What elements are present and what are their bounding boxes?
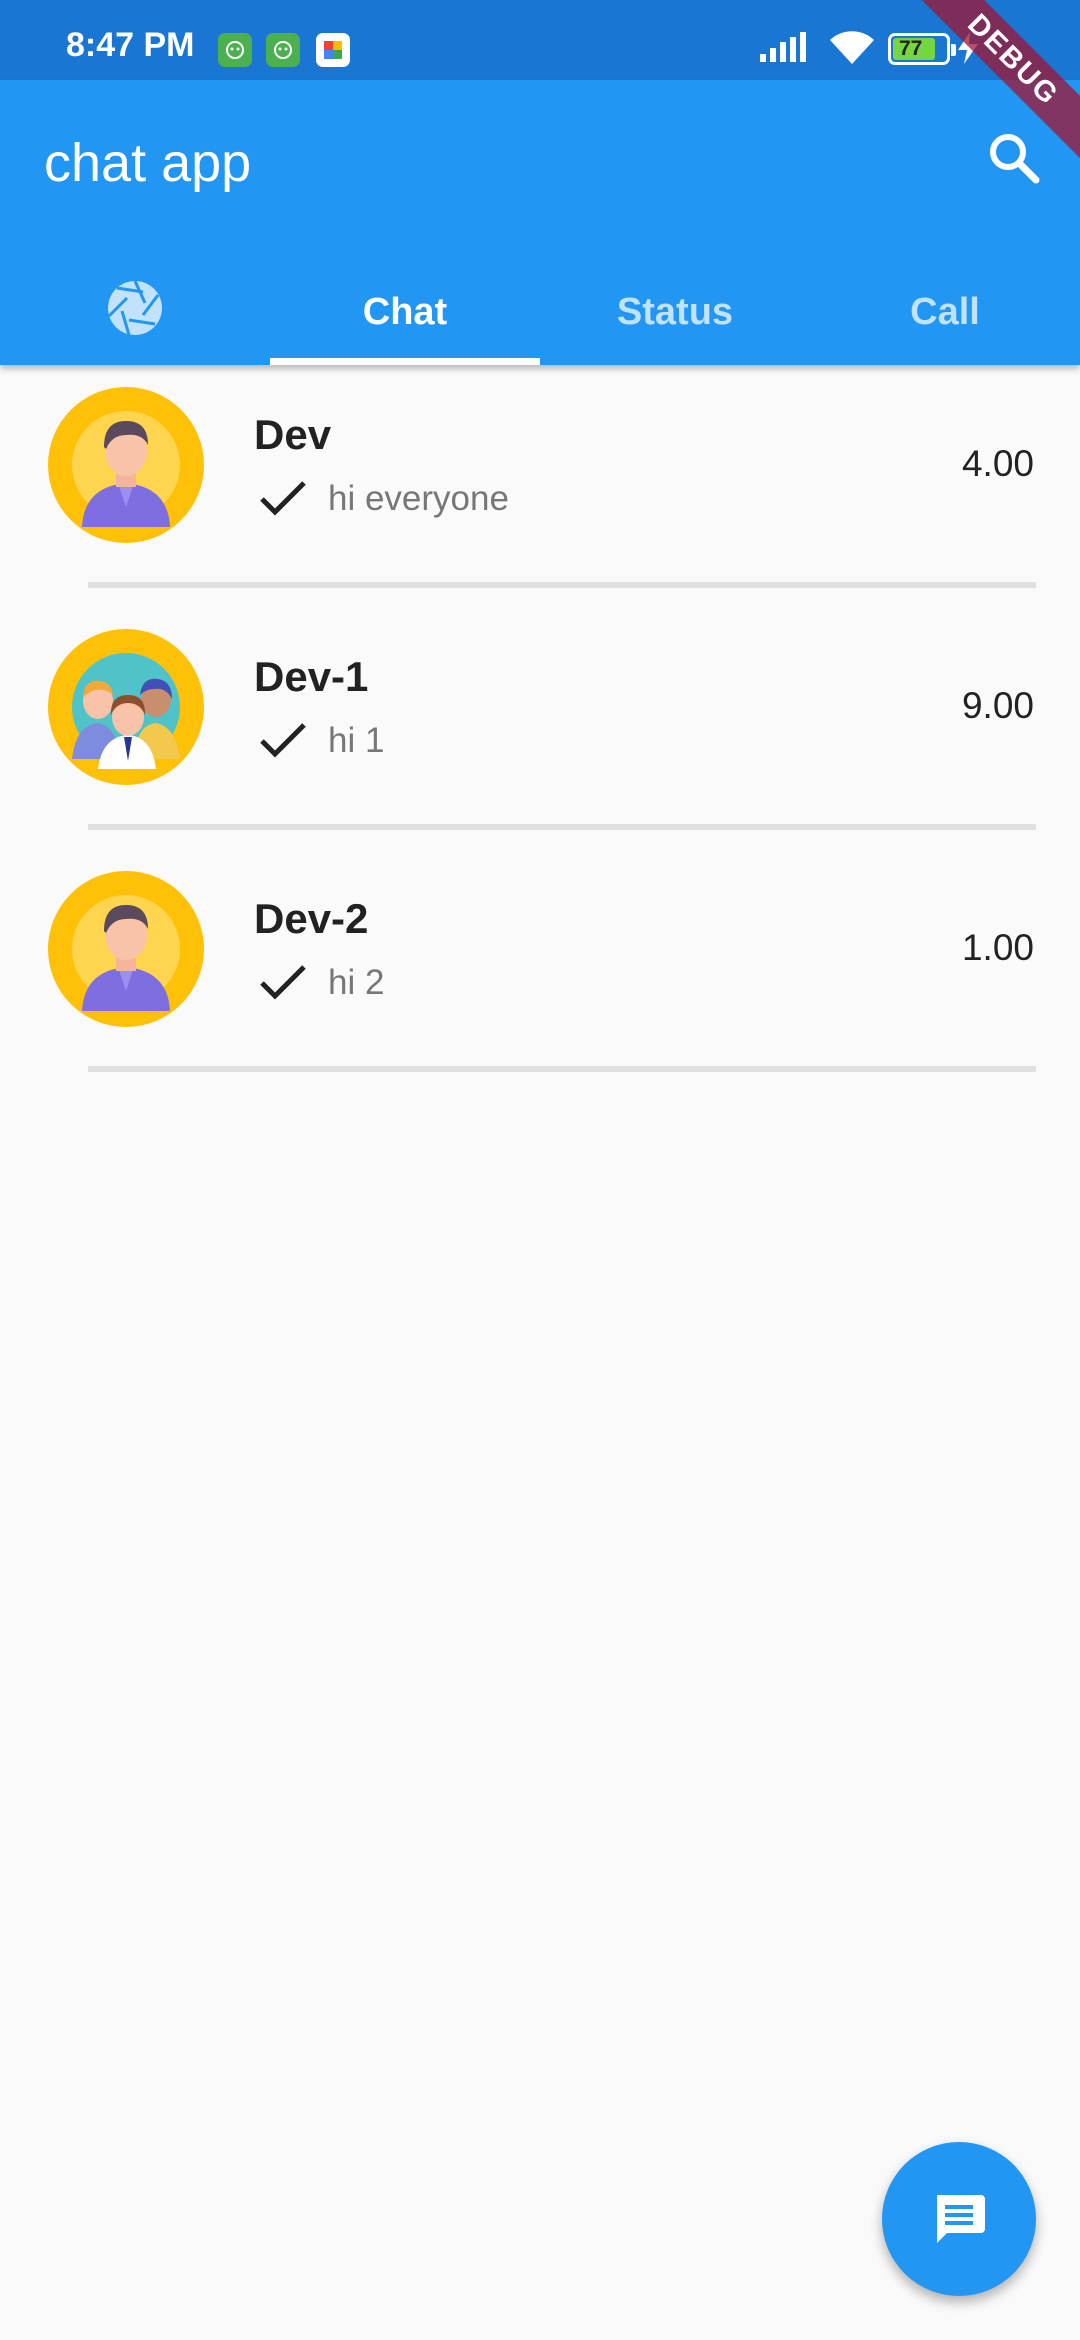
person-avatar [48,387,204,543]
chat-time: 1.00 [961,927,1034,968]
check-icon [258,719,308,764]
last-message: hi 1 [328,721,385,760]
tab-status[interactable]: Status [540,260,810,365]
divider [88,1066,1036,1072]
last-message: hi everyone [328,479,509,518]
last-message: hi 2 [328,963,385,1002]
search-icon[interactable] [984,128,1044,188]
signal-icon [760,32,808,67]
tab-indicator [270,358,540,365]
divider [88,582,1036,588]
chat-name: Dev-1 [254,653,369,700]
tab-call[interactable]: Call [810,260,1080,365]
tab-chat[interactable]: Chat [270,260,540,365]
chat-item-dev[interactable]: Dev hi everyone 4.00 [0,365,1080,607]
chat-name: Dev [254,411,332,458]
chat-time: 4.00 [961,443,1034,484]
wifi-icon [830,30,874,69]
chat-name: Dev-2 [254,895,369,942]
battery-icon: 77 [888,33,956,65]
chat-time: 9.00 [961,685,1034,726]
person-avatar [48,871,204,1027]
chat-item-dev-1[interactable]: Dev-1 hi 1 9.00 [0,607,1080,849]
tab-camera[interactable] [0,260,270,365]
divider [88,824,1036,830]
check-icon [258,961,308,1006]
battery-level: 77 [899,37,923,60]
camera-icon [105,278,165,348]
photos-notification-icon [316,33,350,67]
tab-bar: Chat Status Call [0,260,1080,365]
status-bar: 8:47 PM 77 [0,0,1080,80]
chat-item-dev-2[interactable]: Dev-2 hi 2 1.00 [0,849,1080,1091]
check-icon [258,477,308,522]
new-message-button[interactable] [882,2142,1036,2296]
app-notification-icon [218,33,252,67]
status-time: 8:47 PM [66,26,195,64]
chat-list: Dev hi everyone 4.00 Dev-1 hi 1 9.00 Dev… [0,365,1080,1091]
app-title: chat app [44,133,252,193]
group-avatar [48,629,204,785]
app-bar: chat app Chat Status Call [0,80,1080,365]
app-notification-icon [266,33,300,67]
